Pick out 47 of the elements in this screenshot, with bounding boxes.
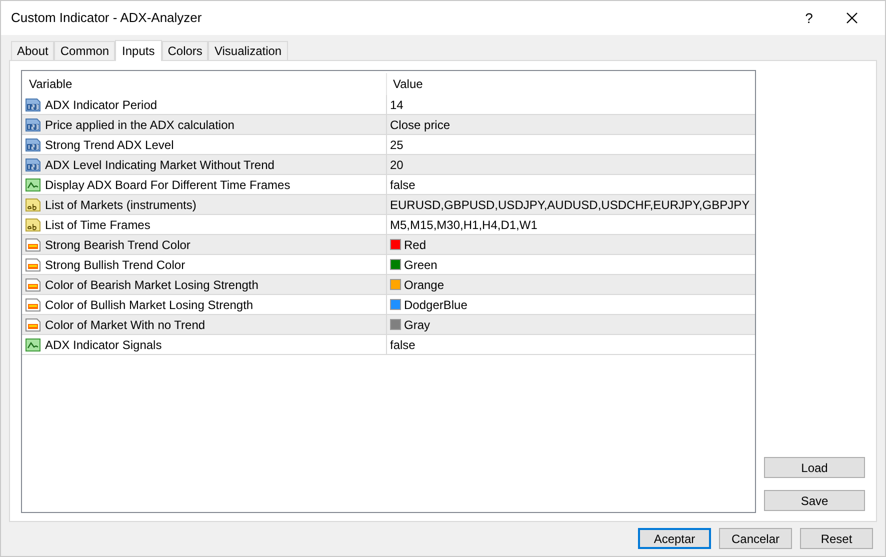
value-text: Orange <box>404 276 444 294</box>
tab[interactable]: Colors <box>162 41 208 60</box>
variable-name: Display ADX Board For Different Time Frames <box>45 176 290 194</box>
window-title: Custom Indicator - ADX-Analyzer <box>11 9 203 28</box>
side-button[interactable]: Save <box>764 490 865 511</box>
variable-name: ADX Indicator Signals <box>45 336 162 354</box>
value-text: DodgerBlue <box>404 296 468 314</box>
variable-name: Strong Trend ADX Level <box>45 136 174 154</box>
variable-name: ADX Indicator Period <box>45 96 158 114</box>
tab[interactable]: About <box>11 41 54 60</box>
dialog-button[interactable]: Reset <box>800 528 873 549</box>
color-icon <box>25 276 41 292</box>
color-icon <box>25 236 41 252</box>
variable-name: Strong Bullish Trend Color <box>45 256 186 274</box>
number-icon <box>25 116 41 132</box>
variable-name: List of Time Frames <box>45 216 150 234</box>
value-text: false <box>390 176 416 194</box>
value-text: 25 <box>390 136 404 154</box>
tab[interactable]: Visualization <box>208 41 288 60</box>
value-text: Red <box>404 236 426 254</box>
variable-name: Color of Bearish Market Losing Strength <box>45 276 258 294</box>
tab[interactable]: Common <box>54 41 116 60</box>
help-button[interactable]: ? <box>789 3 829 33</box>
text-icon <box>25 216 41 232</box>
variable-name: ADX Level Indicating Market Without Trend <box>45 156 274 174</box>
dialog-button[interactable]: Aceptar <box>638 528 711 549</box>
close-icon <box>846 12 858 24</box>
value-text: false <box>390 336 416 354</box>
value-text: 20 <box>390 156 404 174</box>
value-text: Green <box>404 256 438 274</box>
side-button[interactable]: Load <box>764 457 865 478</box>
variable-name: Color of Bullish Market Losing Strength <box>45 296 254 314</box>
text-icon <box>25 196 41 212</box>
value-text: Gray <box>404 316 430 334</box>
variable-name: Strong Bearish Trend Color <box>45 236 190 254</box>
value-text: EURUSD,GBPUSD,USDJPY,AUDUSD,USDCHF,EURJPY,GBPJPY <box>390 196 750 214</box>
tab[interactable]: Inputs <box>115 40 162 61</box>
color-icon <box>25 316 41 332</box>
value-text: 14 <box>390 96 404 114</box>
variable-name: Price applied in the ADX calculation <box>45 116 234 134</box>
dialog-button[interactable]: Cancelar <box>719 528 792 549</box>
value-text: Close price <box>390 116 450 134</box>
variable-name: List of Markets (instruments) <box>45 196 196 214</box>
variable-name: Color of Market With no Trend <box>45 316 206 334</box>
value-text: M5,M15,M30,H1,H4,D1,W1 <box>390 216 538 234</box>
column-header[interactable]: Value <box>387 75 423 93</box>
number-icon <box>25 156 41 172</box>
